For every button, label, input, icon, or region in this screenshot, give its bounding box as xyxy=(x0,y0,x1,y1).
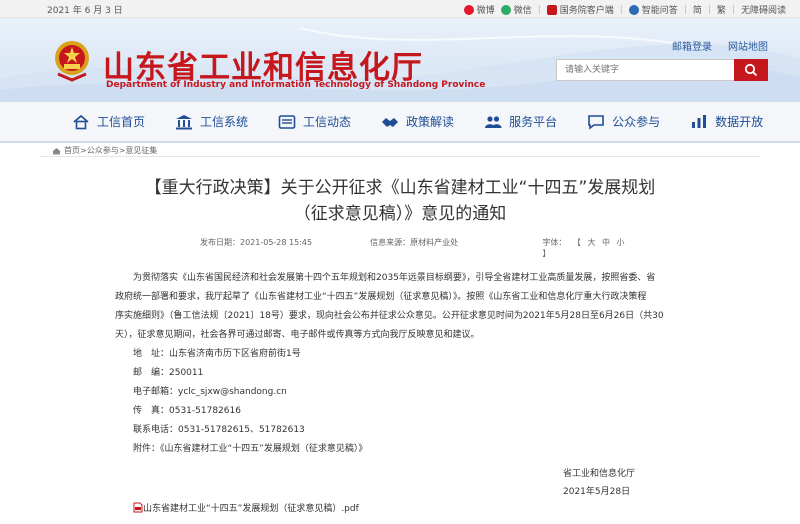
chat-icon xyxy=(588,114,604,130)
wechat-link[interactable]: 微信 xyxy=(500,3,532,16)
site-header: 山东省工业和信息化厅 Department of Industry and In… xyxy=(0,18,800,102)
nav-item-news[interactable]: 工信动态 xyxy=(278,113,351,130)
top-links: 微博 微信 | 国务院客户端 | 智能问答 | 简 | 繁 | 无障碍阅读 xyxy=(458,3,786,16)
contact-address: 地 址：山东省济南市历下区省府前街1号 xyxy=(133,349,301,359)
divider xyxy=(40,156,760,157)
article-meta: 发布日期：2021-05-28 15:45 信息来源：原材料产业处 字体： 【 … xyxy=(200,237,640,259)
breadcrumb-text[interactable]: 首页>公众参与>意见征集 xyxy=(64,145,157,156)
font-size-label: 字体： xyxy=(542,238,567,247)
info-source: 信息来源：原材料产业处 xyxy=(370,238,459,247)
email-login-link[interactable]: 邮箱登录 xyxy=(672,38,712,53)
weibo-icon xyxy=(463,4,474,15)
article-body: 为贯彻落实《山东省国民经济和社会发展第十四个五年规划和2035年远景目标纲要》，… xyxy=(115,269,700,459)
traditional-chinese-link[interactable]: 繁 xyxy=(717,3,726,16)
top-bar: 2021 年 6 月 3 日 微博 微信 | 国务院客户端 | 智能问答 | 简… xyxy=(0,0,800,18)
font-size-control: 字体： 【 大 中 小 】 xyxy=(542,238,625,258)
body-line: 为贯彻落实《山东省国民经济和社会发展第十四个五年规划和2035年远景目标纲要》，… xyxy=(133,273,656,283)
nav-item-system[interactable]: 工信系统 xyxy=(175,113,248,130)
body-line: 天），征求意见期间，社会各界可通过邮寄、电子邮件或传真等方式向我厅反映意见和建议… xyxy=(115,330,480,340)
chat-robot-icon xyxy=(628,4,639,15)
search-input[interactable] xyxy=(556,59,734,81)
pdf-icon xyxy=(133,502,143,513)
site-subtitle: Department of Industry and Information T… xyxy=(106,80,486,90)
nav-item-data[interactable]: 数据开放 xyxy=(690,113,763,130)
nav-item-participation[interactable]: 公众参与 xyxy=(587,113,660,130)
font-size-medium[interactable]: 中 xyxy=(602,238,610,247)
search-button[interactable] xyxy=(734,59,768,81)
search-icon xyxy=(744,63,758,77)
smart-qa-link[interactable]: 智能问答 xyxy=(628,3,678,16)
handshake-icon xyxy=(382,117,399,127)
contact-phone: 联系电话：0531-51782615、51782613 xyxy=(133,425,305,435)
publish-date: 发布日期：2021-05-28 15:45 xyxy=(200,238,313,247)
home-icon xyxy=(73,114,89,129)
attachment-filename: 山东省建材工业“十四五”发展规划（征求意见稿）.pdf xyxy=(143,504,359,514)
contact-postcode: 邮 编：250011 xyxy=(133,368,204,378)
accessibility-link[interactable]: 无障碍阅读 xyxy=(741,3,786,16)
attachment-link[interactable]: 山东省建材工业“十四五”发展规划（征求意见稿）.pdf xyxy=(133,501,359,514)
body-line: 政府统一部署和要求，我厅起草了《山东省建材工业“十四五”发展规划（征求意见稿）》… xyxy=(115,292,647,302)
article-title: 【重大行政决策】关于公开征求《山东省建材工业“十四五”发展规划 （征求意见稿）》… xyxy=(144,178,656,224)
nav-item-home[interactable]: 工信首页 xyxy=(72,113,145,130)
contact-fax: 传 真：0531-51782616 xyxy=(133,406,241,416)
font-size-small[interactable]: 小 xyxy=(617,238,625,247)
body-line: 序实施细则》（鲁工信法规〔2021〕18号）要求，现向社会公布并征求公众意见。公… xyxy=(115,311,664,321)
news-icon xyxy=(278,114,296,129)
weibo-link[interactable]: 微博 xyxy=(463,3,495,16)
wechat-icon xyxy=(500,4,511,15)
home-icon xyxy=(53,147,60,154)
people-icon xyxy=(485,115,502,128)
sitemap-link[interactable]: 网站地图 xyxy=(728,38,768,53)
main-nav: 工信首页 工信系统 工信动态 政策解读 服务平台 公众参与 数据开放 xyxy=(0,102,800,143)
national-emblem-icon xyxy=(55,41,89,82)
current-date: 2021 年 6 月 3 日 xyxy=(47,6,123,16)
signature-date: 2021年5月28日 xyxy=(563,487,631,497)
signature-org: 省工业和信息化厅 xyxy=(563,469,636,479)
annex-note: 附件：《山东省建材工业“十四五”发展规划（征求意见稿）》 xyxy=(133,444,368,454)
contact-email: 电子邮箱：yclc_sjxw@shandong.cn xyxy=(133,387,287,397)
building-icon xyxy=(176,114,193,129)
nav-item-service[interactable]: 服务平台 xyxy=(484,113,557,130)
simplified-chinese-link[interactable]: 简 xyxy=(693,3,702,16)
search-bar xyxy=(556,59,768,81)
nav-item-policy[interactable]: 政策解读 xyxy=(381,113,454,130)
font-size-large[interactable]: 大 xyxy=(587,238,595,247)
state-council-app-link[interactable]: 国务院客户端 xyxy=(546,3,614,16)
state-council-app-icon xyxy=(546,4,557,15)
data-icon xyxy=(692,114,707,128)
breadcrumb: 首页>公众参与>意见征集 xyxy=(52,145,157,156)
header-links: 邮箱登录 网站地图 xyxy=(656,38,768,53)
